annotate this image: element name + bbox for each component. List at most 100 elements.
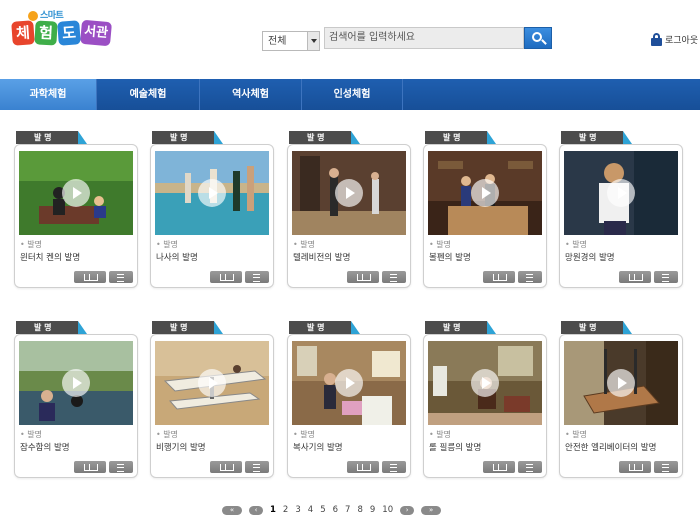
list-icon[interactable]	[518, 271, 542, 283]
tab-science[interactable]: 과학체험	[0, 79, 97, 110]
video-thumbnail[interactable]	[428, 341, 542, 425]
content-card[interactable]: 발 명 발명 나사의 발명	[150, 131, 274, 288]
logo-char: 험	[34, 20, 58, 46]
list-icon[interactable]	[382, 461, 406, 473]
card-body: 발명 나사의 발명	[150, 144, 274, 288]
video-thumbnail[interactable]	[155, 341, 269, 425]
play-icon[interactable]	[198, 179, 226, 207]
dropdown-arrow-icon[interactable]	[307, 32, 319, 50]
content-card[interactable]: 발 명 발명 망원경의 발명	[559, 131, 683, 288]
tab-history[interactable]: 역사체험	[200, 79, 302, 110]
search-input[interactable]: 검색어를 입력하세요	[324, 27, 524, 49]
card-category: 발명	[20, 239, 42, 250]
content-card[interactable]: 발 명 발명 잠수함의 발명	[14, 321, 138, 478]
book-icon[interactable]	[619, 271, 651, 283]
video-thumbnail[interactable]	[564, 151, 678, 235]
video-thumbnail[interactable]	[564, 341, 678, 425]
card-title[interactable]: 안전한 엘리베이터의 발명	[565, 441, 656, 453]
page-number[interactable]: 10	[382, 505, 393, 515]
list-icon[interactable]	[518, 461, 542, 473]
card-category: 발명	[156, 429, 178, 440]
search-button[interactable]	[524, 27, 552, 49]
content-card[interactable]: 발 명 발명 볼펜의 발명	[423, 131, 547, 288]
book-icon[interactable]	[74, 271, 106, 283]
card-title[interactable]: 볼펜의 발명	[429, 251, 471, 263]
first-page-button[interactable]: «	[222, 505, 242, 515]
card-title[interactable]: 롤 필름의 발명	[429, 441, 481, 453]
logout-button[interactable]: 로그아웃	[651, 33, 698, 46]
play-icon[interactable]	[607, 179, 635, 207]
page-number[interactable]: 8	[357, 505, 362, 515]
smart-library-logo[interactable]: 스마트 체 험 도 서관	[11, 8, 112, 48]
book-icon[interactable]	[347, 271, 379, 283]
tab-character[interactable]: 인성체험	[302, 79, 403, 110]
play-icon[interactable]	[62, 369, 90, 397]
video-thumbnail[interactable]	[292, 151, 406, 235]
list-icon[interactable]	[109, 271, 133, 283]
logo-char: 서관	[80, 19, 112, 47]
play-icon[interactable]	[471, 179, 499, 207]
list-icon[interactable]	[109, 461, 133, 473]
card-actions	[483, 271, 542, 283]
card-category: 발명	[293, 239, 315, 250]
list-icon[interactable]	[654, 271, 678, 283]
book-icon[interactable]	[210, 461, 242, 473]
page-number[interactable]: 2	[283, 505, 288, 515]
card-title[interactable]: 비행기의 발명	[156, 441, 206, 453]
content-card[interactable]: 발 명 발명 윈터치 켄의 발명	[14, 131, 138, 288]
video-thumbnail[interactable]	[428, 151, 542, 235]
play-icon[interactable]	[335, 369, 363, 397]
page-number[interactable]: 4	[308, 505, 313, 515]
card-title[interactable]: 텔레비전의 발명	[293, 251, 350, 263]
card-title[interactable]: 윈터치 켄의 발명	[20, 251, 80, 263]
play-icon[interactable]	[471, 369, 499, 397]
page-number[interactable]: 1	[270, 505, 276, 515]
book-icon[interactable]	[347, 461, 379, 473]
header: 스마트 체 험 도 서관 전체 검색어를 입력하세요 로그아웃	[0, 0, 700, 78]
category-nav: 과학체험 예술체험 역사체험 인성체험	[0, 79, 700, 110]
book-icon[interactable]	[483, 461, 515, 473]
page-number[interactable]: 6	[333, 505, 338, 515]
play-icon[interactable]	[198, 369, 226, 397]
video-thumbnail[interactable]	[19, 341, 133, 425]
logo-circle-icon	[28, 10, 38, 21]
card-category-tab: 발 명	[152, 321, 214, 334]
play-icon[interactable]	[62, 179, 90, 207]
prev-page-button[interactable]: ‹	[249, 505, 263, 515]
content-card[interactable]: 발 명 발명 복사기의 발명	[287, 321, 411, 478]
card-actions	[619, 461, 678, 473]
content-card[interactable]: 발 명 발명 안전한 엘리베이터의 발명	[559, 321, 683, 478]
content-card[interactable]: 발 명 발명 텔레비전의 발명	[287, 131, 411, 288]
page-number[interactable]: 5	[320, 505, 325, 515]
list-icon[interactable]	[382, 271, 406, 283]
video-thumbnail[interactable]	[155, 151, 269, 235]
card-category-tab: 발 명	[152, 131, 214, 144]
book-icon[interactable]	[210, 271, 242, 283]
card-title[interactable]: 잠수함의 발명	[20, 441, 70, 453]
list-icon[interactable]	[245, 461, 269, 473]
search-scope-select[interactable]: 전체	[262, 31, 320, 51]
page-number[interactable]: 3	[295, 505, 300, 515]
card-title[interactable]: 복사기의 발명	[293, 441, 343, 453]
page-number[interactable]: 7	[345, 505, 350, 515]
play-icon[interactable]	[335, 179, 363, 207]
content-card[interactable]: 발 명 발명 롤 필름의 발명	[423, 321, 547, 478]
page-number[interactable]: 9	[370, 505, 375, 515]
next-page-button[interactable]: ›	[400, 505, 415, 515]
card-category-tab: 발 명	[289, 321, 351, 334]
list-icon[interactable]	[654, 461, 678, 473]
tab-art[interactable]: 예술체험	[97, 79, 200, 110]
list-icon[interactable]	[245, 271, 269, 283]
logo-small-label: 스마트	[40, 11, 64, 21]
video-thumbnail[interactable]	[19, 151, 133, 235]
last-page-button[interactable]: »	[421, 505, 442, 515]
card-title[interactable]: 망원경의 발명	[565, 251, 615, 263]
book-icon[interactable]	[74, 461, 106, 473]
card-title[interactable]: 나사의 발명	[156, 251, 198, 263]
book-icon[interactable]	[619, 461, 651, 473]
play-icon[interactable]	[607, 369, 635, 397]
video-thumbnail[interactable]	[292, 341, 406, 425]
card-actions	[74, 461, 133, 473]
book-icon[interactable]	[483, 271, 515, 283]
content-card[interactable]: 발 명 발명 비행기의 발명	[150, 321, 274, 478]
